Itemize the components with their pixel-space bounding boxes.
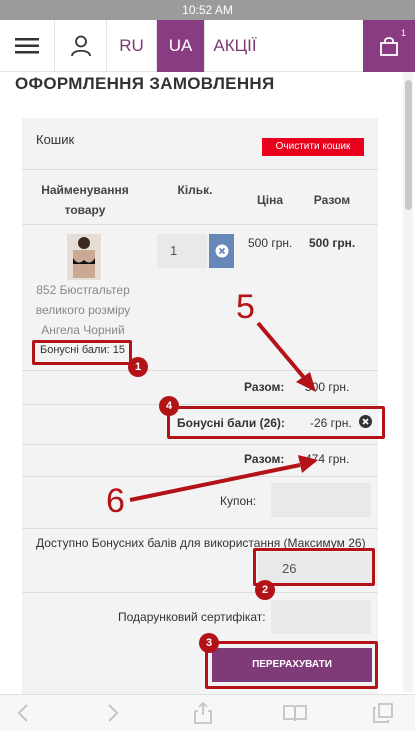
arrow-6 [129, 463, 301, 502]
arrow-5-head [296, 372, 316, 392]
browser-toolbar [0, 694, 415, 731]
bookmarks-button[interactable] [282, 701, 308, 725]
arrow-5 [256, 321, 308, 382]
chevron-left-icon [17, 704, 28, 722]
annotation-arrows [129, 321, 318, 502]
share-button[interactable] [190, 701, 216, 725]
arrow-6-head [298, 455, 318, 473]
share-icon [194, 702, 212, 724]
back-button[interactable] [10, 701, 36, 725]
tabs-icon [373, 703, 393, 723]
tabs-button[interactable] [370, 701, 396, 725]
book-icon [283, 705, 307, 722]
forward-button[interactable] [100, 701, 126, 725]
chevron-right-icon [108, 704, 119, 722]
